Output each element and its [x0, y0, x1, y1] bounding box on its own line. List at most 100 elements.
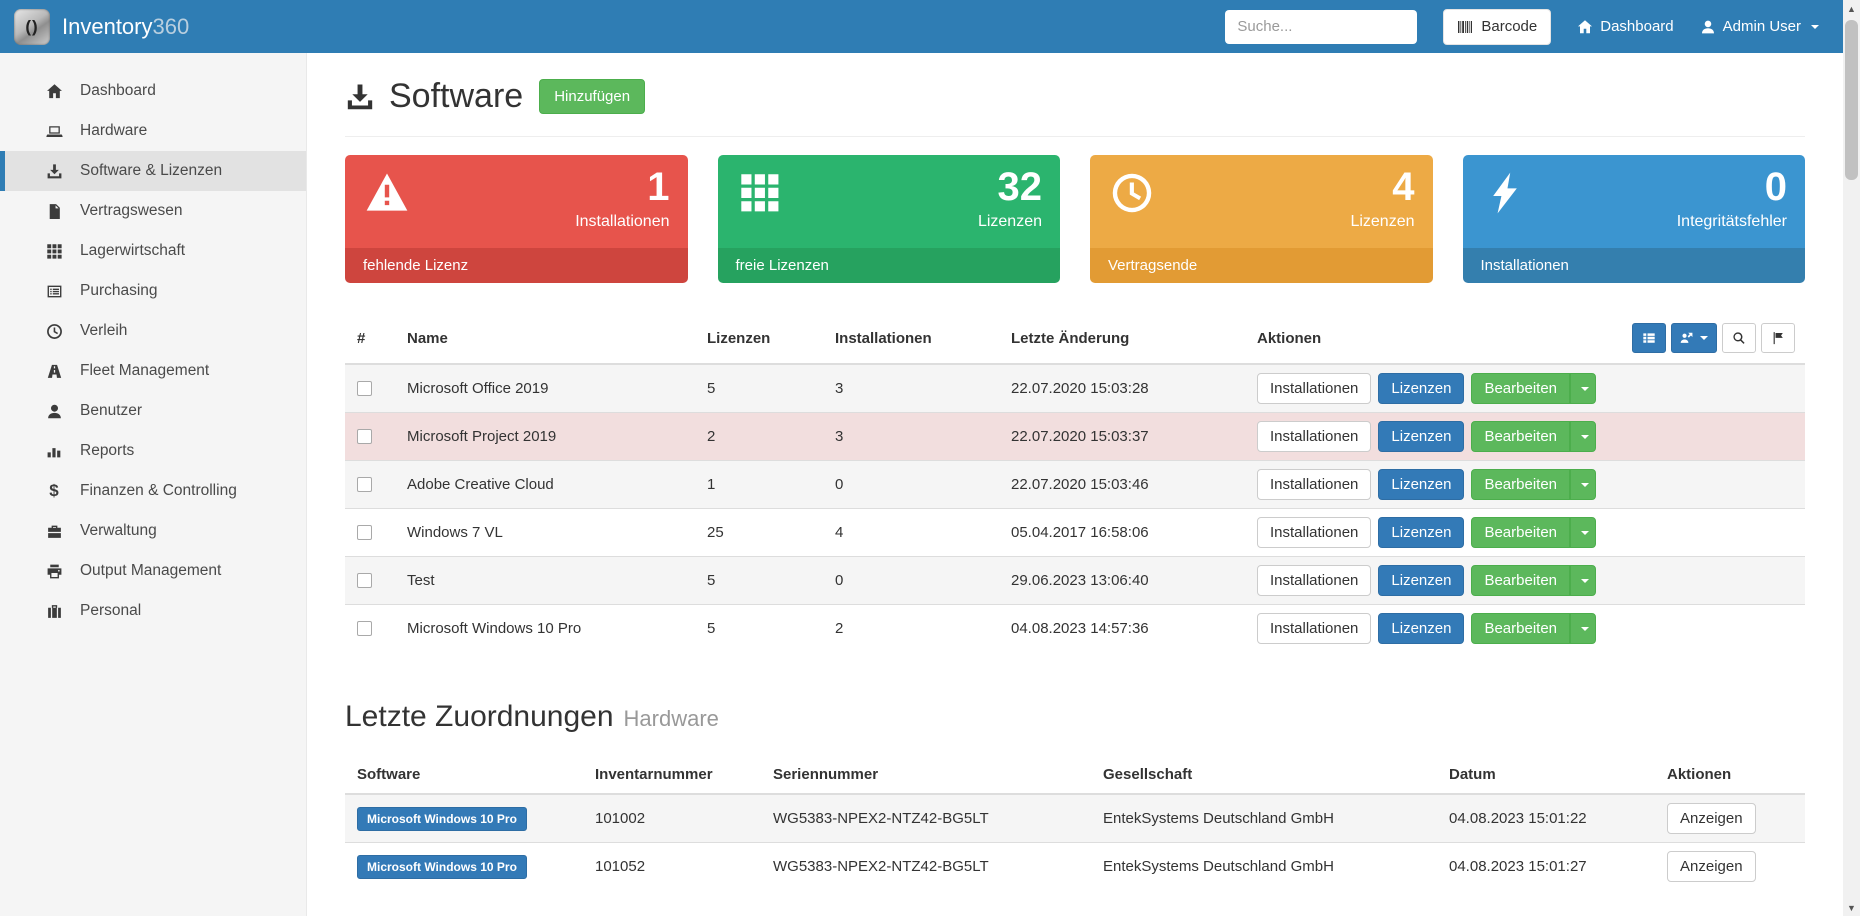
- scroll-up-arrow[interactable]: ▲: [1843, 0, 1860, 17]
- brand-suffix: 360: [153, 14, 190, 39]
- search-input[interactable]: [1225, 10, 1417, 44]
- installation-count: 4: [823, 509, 999, 557]
- sidebar-item-personal[interactable]: Personal: [0, 591, 306, 631]
- software-row: Microsoft Office 20195322.07.2020 15:03:…: [345, 364, 1805, 413]
- assign-user-icon-button[interactable]: [1671, 323, 1717, 353]
- installations-button[interactable]: Installationen: [1257, 613, 1371, 644]
- edit-dropdown-toggle[interactable]: [1570, 373, 1596, 404]
- installations-button[interactable]: Installationen: [1257, 421, 1371, 452]
- nav-dashboard-link[interactable]: Dashboard: [1577, 18, 1673, 35]
- licenses-button[interactable]: Lizenzen: [1378, 565, 1464, 596]
- sidebar-item-fleet-management[interactable]: Fleet Management: [0, 351, 306, 391]
- edit-dropdown-toggle[interactable]: [1570, 469, 1596, 500]
- edit-dropdown-toggle[interactable]: [1570, 517, 1596, 548]
- list-view-icon-button[interactable]: [1632, 323, 1666, 353]
- add-button[interactable]: Hinzufügen: [539, 79, 645, 114]
- installations-button[interactable]: Installationen: [1257, 517, 1371, 548]
- assignments-title: Letzte ZuordnungenHardware: [345, 700, 1805, 734]
- edit-dropdown-toggle[interactable]: [1570, 565, 1596, 596]
- laptop-icon: [43, 123, 65, 140]
- software-row: Microsoft Windows 10 Pro5204.08.2023 14:…: [345, 605, 1805, 653]
- sidebar-item-purchasing[interactable]: Purchasing: [0, 271, 306, 311]
- software-badge[interactable]: Microsoft Windows 10 Pro: [357, 855, 527, 879]
- software-row: Microsoft Project 20192322.07.2020 15:03…: [345, 413, 1805, 461]
- sidebar-item-verleih[interactable]: Verleih: [0, 311, 306, 351]
- licenses-button[interactable]: Lizenzen: [1378, 421, 1464, 452]
- licenses-button[interactable]: Lizenzen: [1378, 517, 1464, 548]
- installation-count: 2: [823, 605, 999, 653]
- title-divider: [345, 136, 1805, 137]
- row-checkbox[interactable]: [357, 381, 372, 396]
- file-icon: [43, 203, 65, 220]
- edit-button[interactable]: Bearbeiten: [1471, 469, 1570, 500]
- barcode-button[interactable]: Barcode: [1443, 9, 1551, 45]
- col-serial-number: Seriennummer: [761, 756, 1091, 794]
- stat-footer: freie Lizenzen: [718, 248, 1061, 283]
- sidebar-item-label: Personal: [80, 602, 141, 620]
- company-name: EntekSystems Deutschland GmbH: [1091, 794, 1437, 843]
- stat-cards: 1Installationenfehlende Lizenz32Lizenzen…: [345, 155, 1805, 283]
- search-icon: [1732, 331, 1746, 345]
- licenses-button[interactable]: Lizenzen: [1378, 469, 1464, 500]
- row-checkbox[interactable]: [357, 477, 372, 492]
- edit-button[interactable]: Bearbeiten: [1471, 421, 1570, 452]
- assignment-row: Microsoft Windows 10 Pro101002WG5383-NPE…: [345, 794, 1805, 843]
- sidebar-item-software-lizenzen[interactable]: Software & Lizenzen: [0, 151, 306, 191]
- download-icon: [345, 82, 375, 112]
- edit-button[interactable]: Bearbeiten: [1471, 565, 1570, 596]
- view-button[interactable]: Anzeigen: [1667, 851, 1756, 882]
- sidebar-item-verwaltung[interactable]: Verwaltung: [0, 511, 306, 551]
- flag-icon-button[interactable]: [1761, 323, 1795, 353]
- installation-count: 3: [823, 364, 999, 413]
- col-company: Gesellschaft: [1091, 756, 1437, 794]
- caret-down-icon: [1581, 387, 1589, 391]
- edit-dropdown-toggle[interactable]: [1570, 613, 1596, 644]
- stat-card-installationen[interactable]: 0IntegritätsfehlerInstallationen: [1463, 155, 1806, 283]
- clock-icon: [43, 323, 65, 340]
- col-assign-actions: Aktionen: [1655, 756, 1805, 794]
- barcode-button-label: Barcode: [1481, 18, 1537, 35]
- installations-button[interactable]: Installationen: [1257, 469, 1371, 500]
- stat-label: Lizenzen: [1350, 213, 1414, 231]
- software-name: Windows 7 VL: [395, 509, 695, 557]
- stat-card-freie-lizenzen[interactable]: 32Lizenzenfreie Lizenzen: [718, 155, 1061, 283]
- row-checkbox[interactable]: [357, 621, 372, 636]
- stat-card-vertragsende[interactable]: 4LizenzenVertragsende: [1090, 155, 1433, 283]
- nav-user-label: Admin User: [1723, 18, 1801, 35]
- sidebar-item-label: Fleet Management: [80, 362, 209, 380]
- assign-user-icon: [1680, 331, 1694, 345]
- sidebar-item-vertragswesen[interactable]: Vertragswesen: [0, 191, 306, 231]
- view-button[interactable]: Anzeigen: [1667, 803, 1756, 834]
- licenses-button[interactable]: Lizenzen: [1378, 373, 1464, 404]
- software-badge[interactable]: Microsoft Windows 10 Pro: [357, 807, 527, 831]
- edit-button[interactable]: Bearbeiten: [1471, 517, 1570, 548]
- sidebar-item-finanzen-controlling[interactable]: $Finanzen & Controlling: [0, 471, 306, 511]
- sidebar-item-hardware[interactable]: Hardware: [0, 111, 306, 151]
- row-checkbox[interactable]: [357, 573, 372, 588]
- installations-button[interactable]: Installationen: [1257, 565, 1371, 596]
- nav-user-menu[interactable]: Admin User: [1700, 18, 1819, 35]
- stat-card-fehlende-lizenz[interactable]: 1Installationenfehlende Lizenz: [345, 155, 688, 283]
- scroll-thumb[interactable]: [1845, 20, 1858, 180]
- sidebar-item-reports[interactable]: Reports: [0, 431, 306, 471]
- sidebar-item-label: Software & Lizenzen: [80, 162, 222, 180]
- scroll-down-arrow[interactable]: ▼: [1843, 899, 1860, 916]
- software-name: Adobe Creative Cloud: [395, 461, 695, 509]
- row-checkbox[interactable]: [357, 525, 372, 540]
- edit-button[interactable]: Bearbeiten: [1471, 613, 1570, 644]
- licenses-button[interactable]: Lizenzen: [1378, 613, 1464, 644]
- software-name: Microsoft Project 2019: [395, 413, 695, 461]
- edit-button[interactable]: Bearbeiten: [1471, 373, 1570, 404]
- page-scrollbar[interactable]: ▲ ▼: [1843, 0, 1860, 916]
- search-icon-button[interactable]: [1722, 323, 1756, 353]
- sidebar-item-output-management[interactable]: Output Management: [0, 551, 306, 591]
- installations-button[interactable]: Installationen: [1257, 373, 1371, 404]
- sidebar-item-lagerwirtschaft[interactable]: Lagerwirtschaft: [0, 231, 306, 271]
- caret-down-icon: [1811, 25, 1819, 29]
- sidebar-item-dashboard[interactable]: Dashboard: [0, 71, 306, 111]
- brand[interactable]: () Inventory360: [14, 9, 189, 45]
- row-checkbox[interactable]: [357, 429, 372, 444]
- edit-dropdown-toggle[interactable]: [1570, 421, 1596, 452]
- sidebar-item-benutzer[interactable]: Benutzer: [0, 391, 306, 431]
- col-modified: Letzte Änderung: [999, 313, 1245, 364]
